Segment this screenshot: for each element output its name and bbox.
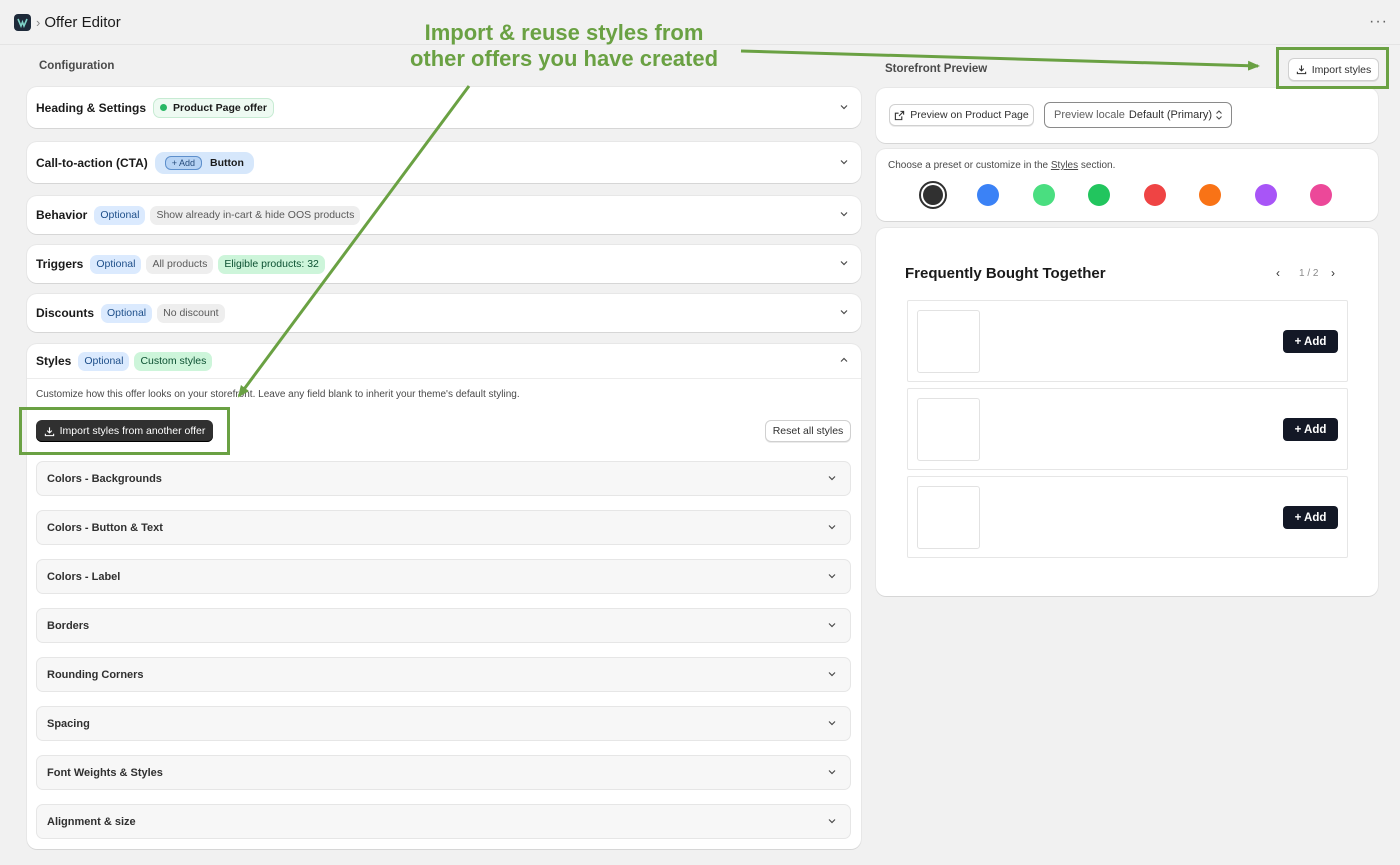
product-image-placeholder bbox=[917, 486, 980, 549]
triggers-label: Triggers bbox=[36, 257, 84, 271]
subsection-alignment-size[interactable]: Alignment & size bbox=[36, 804, 851, 839]
product-row: + Add bbox=[907, 300, 1348, 382]
chevron-down-icon bbox=[828, 622, 836, 627]
heading-settings-label: Heading & Settings bbox=[36, 100, 147, 115]
discounts-detail-badge: No discount bbox=[157, 303, 225, 323]
app-logo-icon[interactable] bbox=[14, 13, 31, 31]
locale-value: Default (Primary) bbox=[1128, 109, 1213, 121]
more-actions-icon[interactable]: ··· bbox=[1369, 13, 1388, 31]
chevron-left-icon[interactable]: ‹ bbox=[1276, 266, 1280, 280]
product-row: + Add bbox=[907, 388, 1348, 470]
chevron-right-icon[interactable]: › bbox=[1331, 266, 1335, 280]
preset-swatch-red[interactable] bbox=[1144, 184, 1166, 206]
preview-on-product-page-button[interactable]: Preview on Product Page bbox=[889, 104, 1034, 126]
chevron-down-icon bbox=[828, 818, 836, 823]
subsection-colors-label[interactable]: Colors - Label bbox=[36, 559, 851, 594]
optional-badge: Optional bbox=[90, 254, 142, 274]
chevron-down-icon bbox=[828, 769, 836, 774]
product-image-placeholder bbox=[917, 398, 980, 461]
status-dot-icon bbox=[160, 104, 168, 111]
arrow-to-import-styles bbox=[740, 49, 1260, 71]
preset-swatch-pink[interactable] bbox=[1310, 184, 1332, 206]
chevron-down-icon[interactable] bbox=[839, 258, 849, 268]
storefront-preview-title: Storefront Preview bbox=[885, 63, 988, 75]
preset-swatch-dark[interactable] bbox=[919, 181, 947, 209]
chevron-down-icon[interactable] bbox=[839, 209, 849, 219]
cta-type-badge: + Add Button bbox=[154, 151, 254, 174]
product-row: + Add bbox=[907, 476, 1348, 558]
subsection-font-weights-styles[interactable]: Font Weights & Styles bbox=[36, 755, 851, 790]
optional-badge: Optional bbox=[101, 303, 153, 323]
widget-title: Frequently Bought Together bbox=[905, 265, 1106, 282]
preset-swatch-blue[interactable] bbox=[977, 184, 999, 206]
preset-swatch-purple[interactable] bbox=[1255, 184, 1277, 206]
select-arrows-icon bbox=[1216, 110, 1222, 120]
subsection-rounding-corners[interactable]: Rounding Corners bbox=[36, 657, 851, 692]
locale-label: Preview locale bbox=[1054, 109, 1125, 121]
eligible-products-badge: Eligible products: 32 bbox=[218, 254, 325, 274]
styles-header[interactable]: Styles Optional Custom styles bbox=[27, 344, 861, 379]
subsection-colors-button-text[interactable]: Colors - Button & Text bbox=[36, 510, 851, 545]
behavior-detail-badge: Show already in-cart & hide OOS products bbox=[150, 205, 361, 225]
optional-badge: Optional bbox=[78, 351, 130, 371]
discounts-card[interactable]: Discounts Optional No discount bbox=[27, 294, 861, 332]
chevron-down-icon bbox=[828, 573, 836, 578]
preset-instructions: Choose a preset or customize in the Styl… bbox=[888, 160, 1116, 171]
preset-swatch-orange[interactable] bbox=[1199, 184, 1221, 206]
chevron-down-icon[interactable] bbox=[839, 307, 849, 317]
chevron-down-icon bbox=[828, 671, 836, 676]
annotation-callout: Import & reuse styles from other offers … bbox=[409, 20, 719, 71]
external-link-icon bbox=[895, 110, 905, 120]
behavior-label: Behavior bbox=[36, 208, 88, 222]
chevron-down-icon[interactable] bbox=[839, 102, 849, 112]
add-product-button[interactable]: + Add bbox=[1283, 418, 1338, 441]
highlight-import-styles bbox=[1276, 47, 1389, 89]
styles-link[interactable]: Styles bbox=[1051, 160, 1078, 171]
breadcrumb-separator: › bbox=[36, 14, 41, 30]
subsection-colors-backgrounds[interactable]: Colors - Backgrounds bbox=[36, 461, 851, 496]
subsection-spacing[interactable]: Spacing bbox=[36, 706, 851, 741]
chevron-up-icon[interactable] bbox=[839, 355, 849, 365]
cta-card[interactable]: Call-to-action (CTA) + Add Button bbox=[27, 142, 861, 183]
styles-label: Styles bbox=[36, 354, 72, 368]
configuration-title: Configuration bbox=[39, 60, 115, 72]
highlight-import-offer bbox=[19, 407, 230, 455]
cta-mini-preview: + Add bbox=[164, 155, 203, 170]
optional-badge: Optional bbox=[94, 205, 146, 225]
chevron-down-icon[interactable] bbox=[839, 157, 849, 167]
add-product-button[interactable]: + Add bbox=[1283, 506, 1338, 529]
styles-description: Customize how this offer looks on your s… bbox=[36, 389, 520, 400]
widget-pager: ‹ 1 / 2 › bbox=[1274, 266, 1344, 282]
triggers-card[interactable]: Triggers Optional All products Eligible … bbox=[27, 245, 861, 283]
offer-type-badge: Product Page offer bbox=[153, 97, 274, 118]
product-image-placeholder bbox=[917, 310, 980, 373]
custom-styles-badge: Custom styles bbox=[134, 351, 213, 371]
preset-swatch-green[interactable] bbox=[1088, 184, 1110, 206]
preview-locale-select[interactable]: Preview locale Default (Primary) bbox=[1044, 102, 1232, 128]
discounts-label: Discounts bbox=[36, 306, 95, 320]
chevron-down-icon bbox=[828, 524, 836, 529]
behavior-card[interactable]: Behavior Optional Show already in-cart &… bbox=[27, 196, 861, 234]
triggers-detail-badge: All products bbox=[146, 254, 214, 274]
cta-label: Call-to-action (CTA) bbox=[36, 155, 148, 170]
add-product-button[interactable]: + Add bbox=[1283, 330, 1338, 353]
chevron-down-icon bbox=[828, 720, 836, 725]
reset-all-styles-button[interactable]: Reset all styles bbox=[765, 420, 851, 442]
heading-settings-card[interactable]: Heading & Settings Product Page offer bbox=[27, 87, 861, 128]
page-title: Offer Editor bbox=[44, 13, 121, 31]
chevron-down-icon bbox=[828, 475, 836, 480]
subsection-borders[interactable]: Borders bbox=[36, 608, 851, 643]
preset-swatch-light-green[interactable] bbox=[1033, 184, 1055, 206]
page-indicator: 1 / 2 bbox=[1299, 268, 1319, 279]
